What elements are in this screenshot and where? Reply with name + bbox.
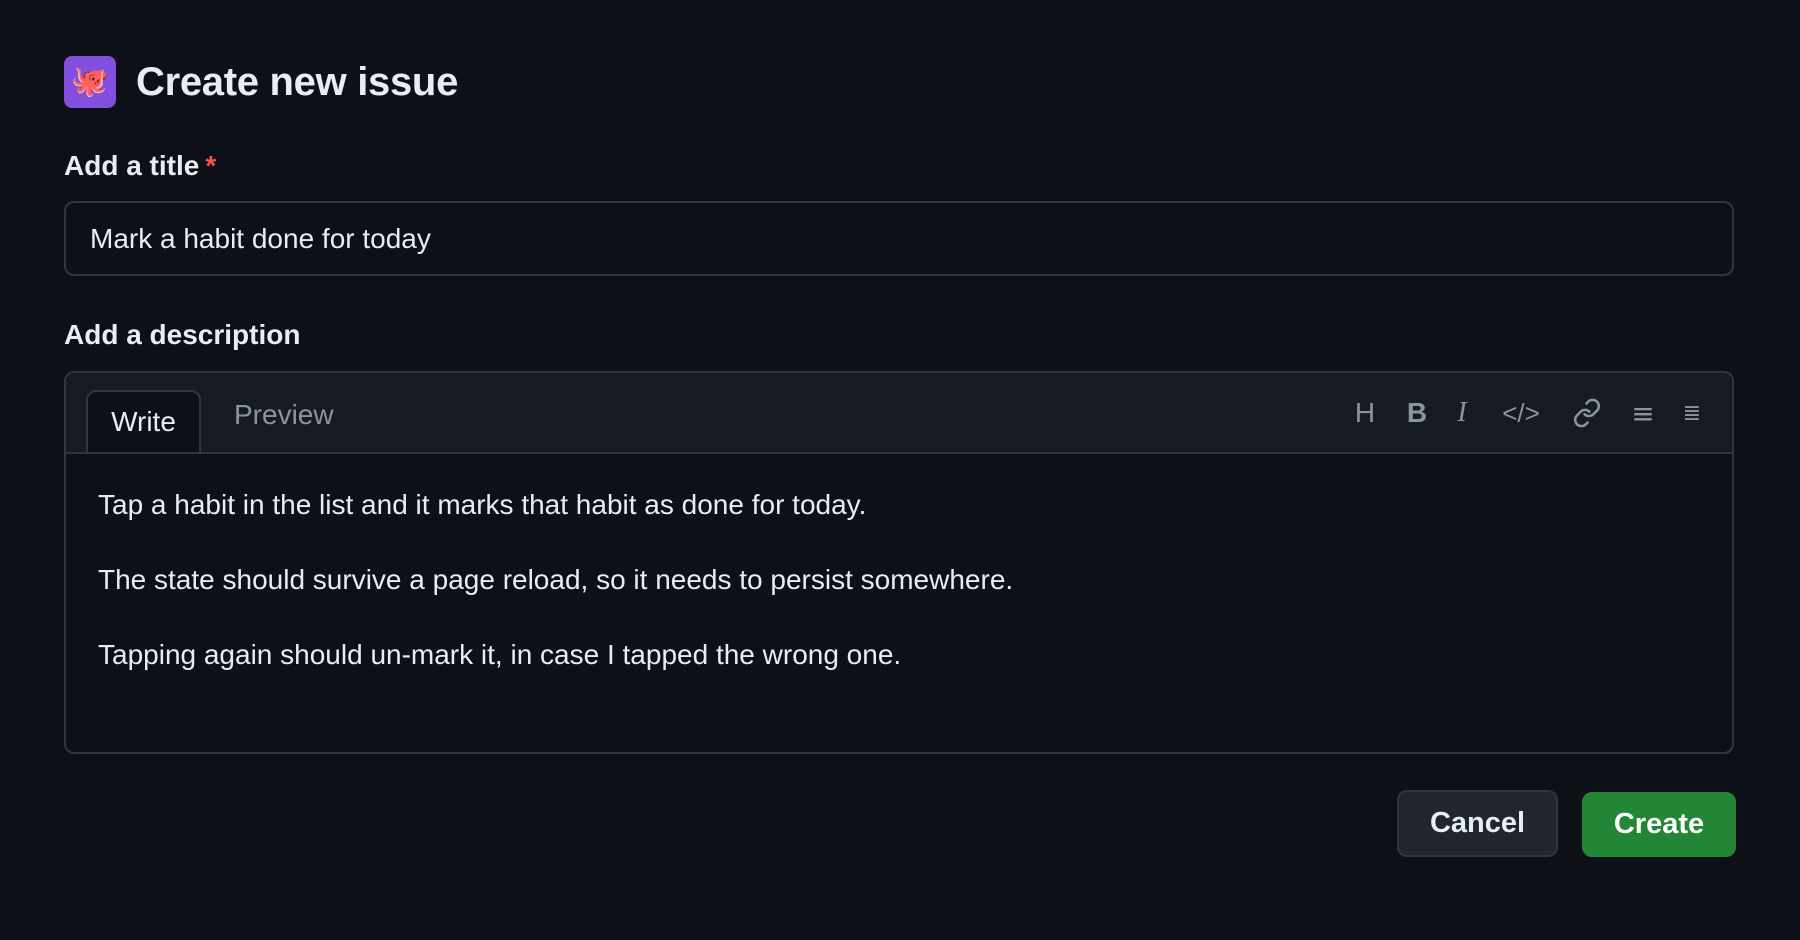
description-paragraph: The state should survive a page reload, … [98, 564, 1014, 595]
title-label: Add a title * [64, 150, 216, 182]
page-title: Create new issue [136, 59, 459, 104]
tab-write[interactable]: Write [86, 390, 201, 452]
cancel-button[interactable]: Cancel [1397, 790, 1558, 857]
octopus-logo-icon: 🐙 [64, 56, 116, 108]
ordered-list-button[interactable]: ≣ [1680, 391, 1704, 435]
link-icon [1573, 398, 1601, 428]
required-marker: * [205, 150, 217, 181]
page-header: 🐙 Create new issue [64, 56, 458, 108]
tab-preview[interactable]: Preview [234, 397, 334, 433]
editor-textarea[interactable]: Tap a habit in the list and it marks tha… [66, 454, 1732, 672]
editor-header: Write Preview H B I </> ≡ ≣ [66, 373, 1732, 454]
octopus-emoji: 🐙 [71, 65, 109, 98]
description-paragraph: Tap a habit in the list and it marks tha… [98, 489, 867, 520]
italic-button[interactable]: I [1450, 391, 1474, 435]
formatting-toolbar: H B I </> ≡ ≣ [1350, 391, 1704, 435]
description-paragraph: Tapping again should un-mark it, in case… [98, 639, 902, 670]
bold-button[interactable]: B [1402, 391, 1432, 435]
link-button[interactable] [1570, 391, 1604, 435]
code-button[interactable]: </> [1498, 391, 1544, 435]
description-label: Add a description [64, 319, 301, 350]
description-editor: Write Preview H B I </> ≡ ≣ Tap a habit … [64, 371, 1734, 754]
title-input[interactable] [64, 201, 1734, 276]
title-label-text: Add a title [64, 150, 200, 181]
create-issue-page: 🐙 Create new issue Add a title* Add a de… [0, 0, 1800, 940]
heading-button[interactable]: H [1350, 391, 1380, 435]
unordered-list-button[interactable]: ≡ [1628, 391, 1658, 435]
create-button[interactable]: Create [1582, 792, 1736, 857]
